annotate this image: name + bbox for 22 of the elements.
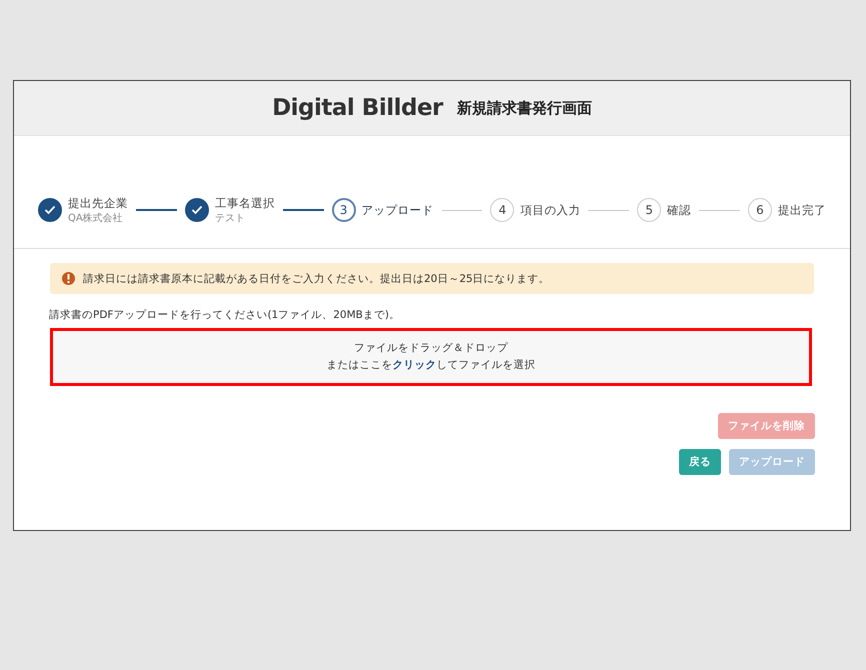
step-subtitle: QA株式会社 [68, 212, 124, 224]
step-label: 提出完了 [778, 202, 826, 218]
alert-message: 請求日には請求書原本に記載がある日付をご入力ください。提出日は20日～25日になります。 [83, 272, 550, 286]
step-label: 確認 [667, 202, 692, 218]
drop-hint: またはここをクリック してファイルを選択 [326, 358, 536, 373]
step-number: 3 [332, 198, 356, 222]
drop-hint: ファイルをドラッグ＆ドロップ [354, 341, 508, 356]
page-title: 新規請求書発行画面 [456, 98, 592, 118]
step-subtitle: テスト [214, 212, 246, 224]
step-label: 工事名選択 [214, 196, 275, 210]
step-number: 5 [637, 198, 662, 222]
warning-icon [62, 272, 75, 285]
step-label: 提出先企業 [68, 196, 128, 210]
upload-instruction: 請求書のPDFアップロードを行ってください(1ファイル、20MBまで)。 [49, 308, 401, 323]
step-number: 6 [748, 198, 772, 222]
click-link[interactable]: クリック [392, 359, 436, 371]
back-button[interactable]: 戻る [679, 449, 721, 475]
step-label: 項目の入力 [520, 202, 580, 218]
step-number: 4 [490, 198, 514, 222]
file-drop-zone[interactable]: ファイルをドラッグ＆ドロップ またはここをクリック してファイルを選択 [50, 328, 812, 386]
step-label: アップロード [362, 202, 434, 218]
logo: Digital Billder [272, 95, 443, 121]
